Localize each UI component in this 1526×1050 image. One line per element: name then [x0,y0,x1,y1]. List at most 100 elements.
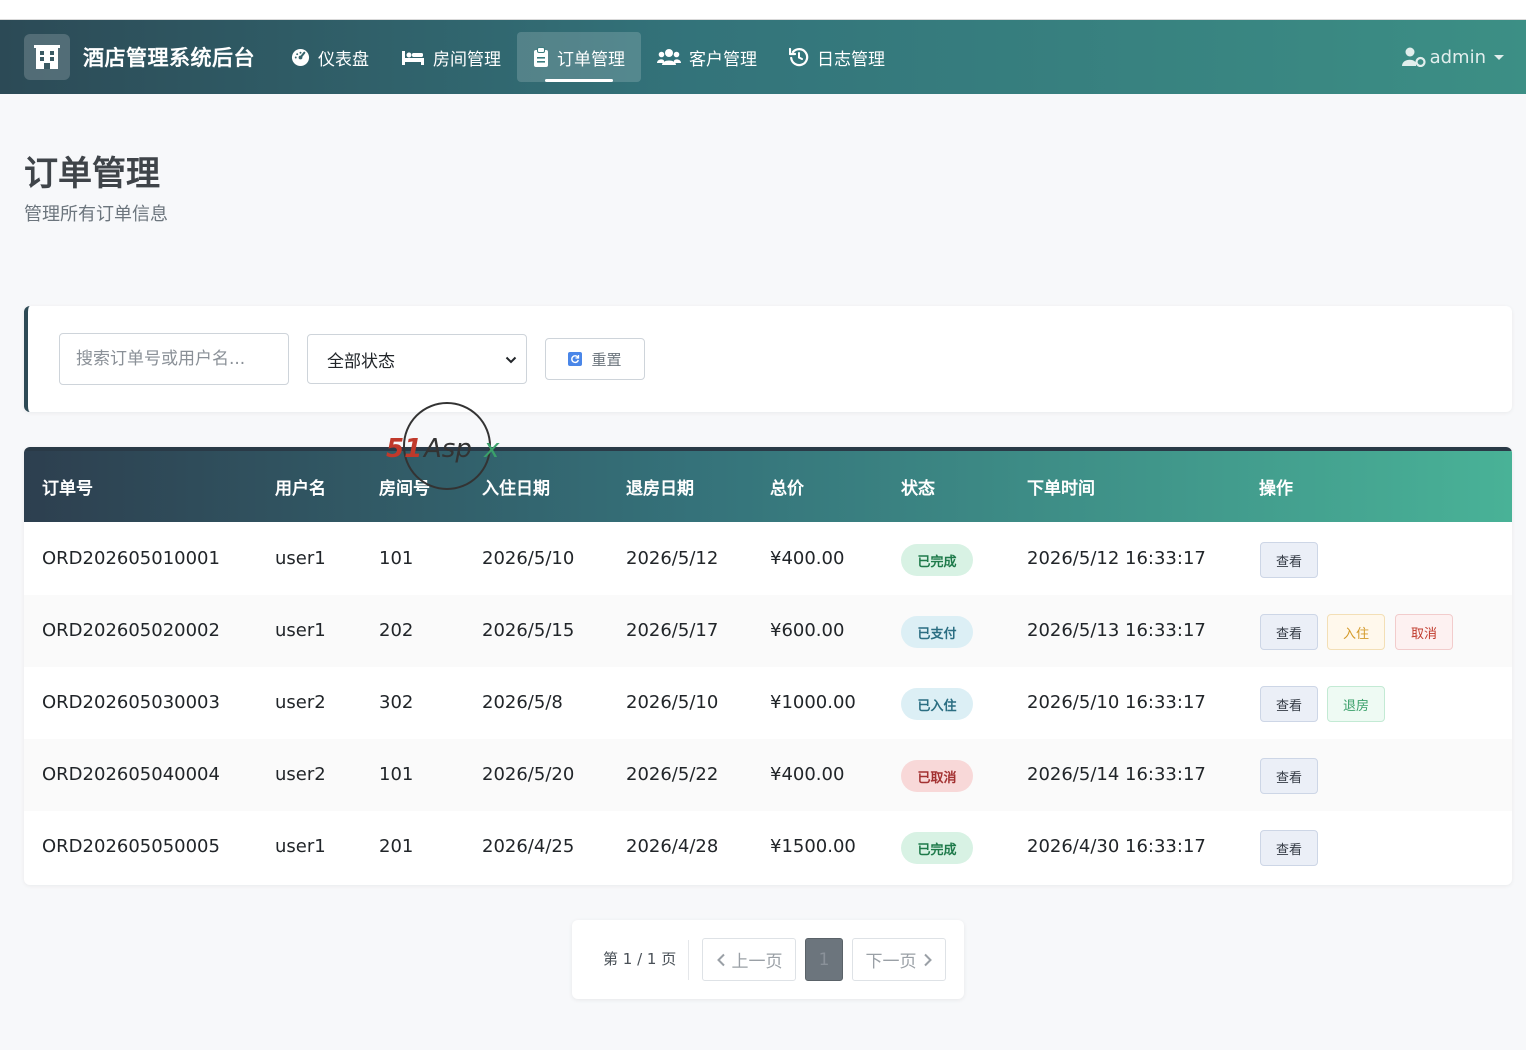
status-badge: 已入住 [901,688,973,720]
nav-orders[interactable]: 订单管理 [517,32,641,82]
nav-customers[interactable]: 客户管理 [641,32,773,82]
status-select[interactable]: 全部状态 [307,334,527,384]
cell-created: 2026/5/10 16:33:17 [1027,692,1206,713]
pagination: 第 1 / 1 页 上一页 1 下一页 [572,920,964,999]
chevron-down-icon [505,356,517,364]
cell-checkout: 2026/5/17 [626,620,719,641]
orders-table: 订单号 用户名 房间号 入住日期 退房日期 总价 状态 下单时间 操作 ORD2… [24,447,1512,885]
cell-username: user1 [275,836,326,857]
cell-room: 202 [379,620,414,641]
cell-order-no: ORD202605050005 [42,836,220,857]
nav-label: 客户管理 [689,49,757,70]
cell-username: user1 [275,548,326,569]
history-icon [789,47,809,67]
user-name: admin [1429,46,1486,68]
col-total: 总价 [770,479,804,499]
user-cog-icon [1401,47,1426,67]
cell-room: 201 [379,836,414,857]
col-order-no: 订单号 [42,479,93,499]
user-menu-dropdown[interactable]: admin [1401,20,1504,94]
col-username: 用户名 [275,479,326,499]
chevron-left-icon [716,953,725,966]
clipboard-icon [534,47,548,67]
cell-order-no: ORD202605030003 [42,692,220,713]
cell-checkout: 2026/4/28 [626,836,719,857]
nav-label: 订单管理 [557,49,625,70]
col-actions: 操作 [1259,479,1293,499]
cell-checkout: 2026/5/10 [626,692,719,713]
checkout-button[interactable]: 退房 [1327,686,1385,722]
cell-total: ¥400.00 [770,548,845,569]
cancel-button[interactable]: 取消 [1395,614,1453,650]
table-header: 订单号 用户名 房间号 入住日期 退房日期 总价 状态 下单时间 操作 [24,447,1512,522]
next-label: 下一页 [865,952,917,972]
cell-room: 302 [379,692,414,713]
page-1-button[interactable]: 1 [805,938,843,981]
cell-created: 2026/5/13 16:33:17 [1027,620,1206,641]
page-info: 第 1 / 1 页 [603,950,677,968]
refresh-icon [568,352,583,366]
top-navbar: 酒店管理系统后台 仪表盘 房间管理 订单管理 客户管理 日志管理 admin [0,20,1526,94]
table-row: ORD202605010001 user1 101 2026/5/10 2026… [24,523,1512,595]
dashboard-icon [291,48,310,66]
cell-created: 2026/5/14 16:33:17 [1027,764,1206,785]
cell-checkin: 2026/4/25 [482,836,575,857]
status-badge: 已完成 [901,832,973,864]
svg-text:x: x [483,434,500,464]
table-row: ORD202605020002 user1 202 2026/5/15 2026… [24,595,1512,667]
filter-card: 全部状态 重置 [24,306,1512,412]
next-page-button[interactable]: 下一页 [852,938,946,981]
page-title: 订单管理 [24,154,160,194]
cell-order-no: ORD202605010001 [42,548,220,569]
nav-label: 房间管理 [433,49,501,70]
status-select-value: 全部状态 [327,351,395,372]
reset-label: 重置 [591,350,622,369]
status-badge: 已完成 [901,544,973,576]
col-created: 下单时间 [1027,479,1095,499]
nav-dashboard[interactable]: 仪表盘 [275,32,385,82]
view-button[interactable]: 查看 [1260,542,1318,578]
users-icon [657,49,681,65]
svg-text:51: 51 [386,434,422,464]
brand-title: 酒店管理系统后台 [83,46,255,70]
nav-logs[interactable]: 日志管理 [773,32,901,82]
cell-total: ¥600.00 [770,620,845,641]
chevron-right-icon [923,953,932,966]
view-button[interactable]: 查看 [1260,830,1318,866]
page-subtitle: 管理所有订单信息 [24,204,168,225]
status-badge: 已支付 [901,616,973,648]
view-button[interactable]: 查看 [1260,614,1318,650]
col-checkout: 退房日期 [626,479,694,499]
svg-text:Asp: Asp [422,434,472,464]
browser-top-strip [0,0,1526,20]
bed-icon [402,51,424,65]
nav-label: 日志管理 [817,49,885,70]
nav-rooms[interactable]: 房间管理 [385,32,517,82]
watermark-logo: 51 Asp x [386,402,500,490]
view-button[interactable]: 查看 [1260,758,1318,794]
table-row: ORD202605030003 user2 302 2026/5/8 2026/… [24,667,1512,739]
search-input[interactable] [59,333,289,385]
cell-checkin: 2026/5/20 [482,764,575,785]
hotel-logo-icon [24,34,70,80]
caret-down-icon [1494,54,1504,60]
cell-total: ¥400.00 [770,764,845,785]
prev-label: 上一页 [731,952,783,972]
view-button[interactable]: 查看 [1260,686,1318,722]
cell-created: 2026/4/30 16:33:17 [1027,836,1206,857]
table-row: ORD202605050005 user1 201 2026/4/25 2026… [24,811,1512,883]
cell-checkin: 2026/5/15 [482,620,575,641]
prev-page-button[interactable]: 上一页 [702,938,796,981]
cell-room: 101 [379,548,414,569]
reset-button[interactable]: 重置 [545,338,645,380]
brand[interactable]: 酒店管理系统后台 [24,34,275,80]
table-row: ORD202605040004 user2 101 2026/5/20 2026… [24,739,1512,811]
cell-checkin: 2026/5/8 [482,692,563,713]
checkin-button[interactable]: 入住 [1327,614,1385,650]
cell-checkout: 2026/5/12 [626,548,719,569]
cell-username: user1 [275,620,326,641]
cell-created: 2026/5/12 16:33:17 [1027,548,1206,569]
cell-order-no: ORD202605020002 [42,620,220,641]
cell-username: user2 [275,692,326,713]
status-badge: 已取消 [901,760,973,792]
